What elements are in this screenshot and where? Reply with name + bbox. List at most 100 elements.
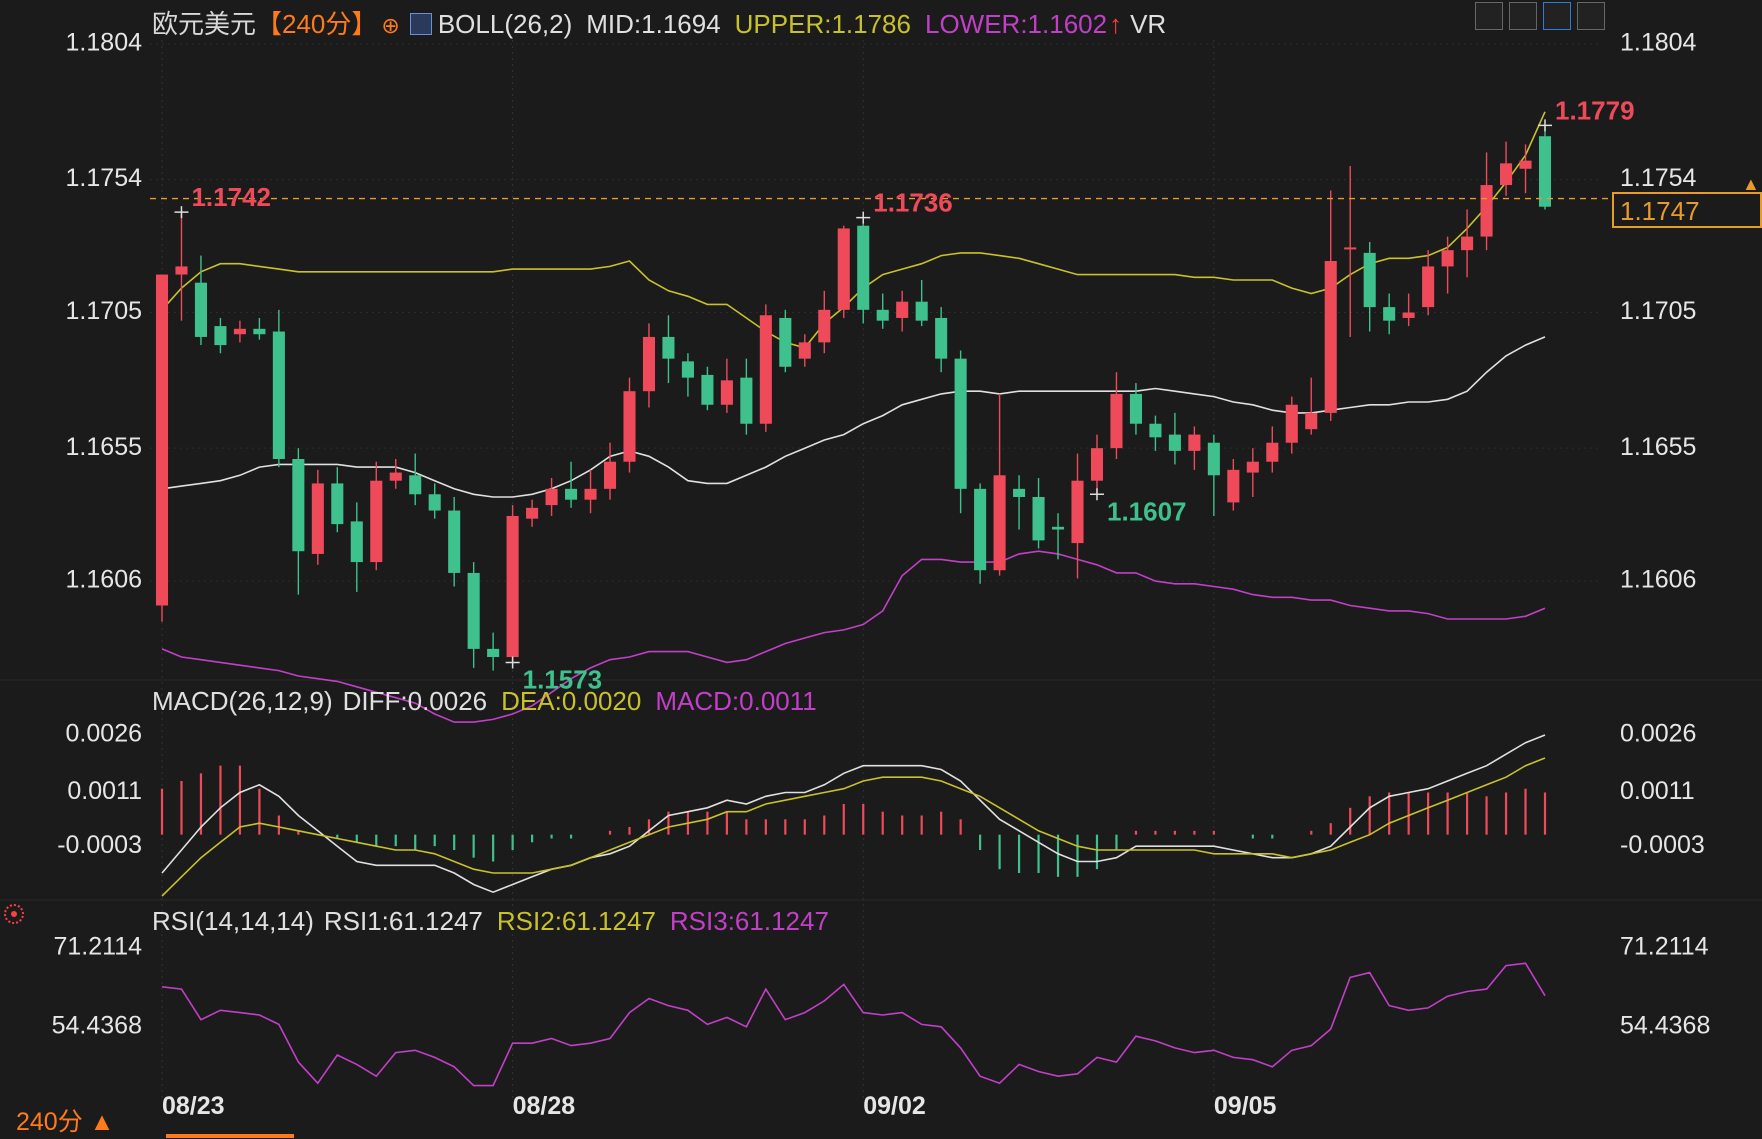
candle-body (857, 225, 870, 310)
macd-tick-label-left: 0.0026 (66, 720, 142, 748)
candle-body (720, 380, 733, 405)
candle-body (155, 274, 169, 606)
candle-body (467, 572, 480, 649)
candle-body (272, 331, 285, 460)
candle-body (584, 488, 597, 500)
period-label[interactable]: 【240分】 (256, 9, 377, 39)
candle-body (1480, 185, 1493, 237)
macd-diff-line (161, 734, 1546, 894)
candle-body (545, 488, 558, 506)
crosshair-icon[interactable]: ⊕ (381, 13, 399, 38)
candle-body (487, 648, 500, 658)
macd-tick-label-left: 0.0011 (67, 777, 142, 805)
candle-body (1051, 526, 1065, 530)
macd-tick-label-right: 0.0026 (1620, 720, 1696, 748)
candle-body (1110, 393, 1123, 449)
expand-icon[interactable] (1577, 2, 1605, 30)
candle-body (409, 475, 422, 495)
candle-body (681, 361, 694, 378)
x-tick-label: 08/23 (162, 1092, 225, 1120)
candle-body (506, 515, 519, 658)
low-marker (1089, 488, 1104, 501)
candle-body (1285, 404, 1298, 443)
macd-name: MACD(26,12,9) (152, 686, 333, 716)
macd-dea-line (161, 757, 1546, 897)
rsi-pane (161, 962, 1546, 1087)
x-tick-label: 09/02 (863, 1092, 926, 1120)
candle-body (623, 391, 636, 462)
candle-body (1090, 448, 1104, 481)
high-label: 1.1742 (191, 182, 271, 212)
macd-tick-label-left: -0.0003 (57, 831, 142, 859)
indicator-icon[interactable] (409, 13, 432, 35)
boll-name: BOLL(26,2) (437, 9, 573, 39)
period-footer[interactable]: 240分 ▲ (16, 1102, 114, 1138)
candle-body (1344, 247, 1357, 250)
candle-body (311, 483, 324, 554)
y-tick-label-left: 1.1705 (66, 297, 142, 325)
current-price-tag: 1.1747 (1612, 192, 1762, 228)
kline-chart[interactable]: 1.1742 1.17361.17791.15731.1607 1.1804 1.1… (0, 0, 1762, 1139)
candle-body (175, 266, 188, 275)
candle-body (428, 494, 441, 511)
candle-body (1227, 469, 1240, 503)
chart-mode-icon[interactable] (1543, 2, 1571, 30)
candle-body (1538, 136, 1552, 207)
candle-body (935, 317, 948, 359)
rsi-tick-label-left: 71.2114 (53, 933, 142, 961)
rsi-tick-label-right: 71.2114 (1620, 933, 1709, 961)
candle-body (331, 483, 344, 525)
candle-body (1168, 434, 1181, 451)
candle-icon[interactable] (1509, 2, 1537, 30)
rsi3-value: RSI3:61.1247 (669, 906, 829, 936)
candle-body (1461, 236, 1474, 251)
candle-body (292, 459, 305, 552)
boll-mid-line (161, 336, 1546, 498)
candle-body (1013, 488, 1026, 497)
candle-body (565, 488, 578, 500)
candle-body (1324, 260, 1337, 413)
y-tick-label-left: 1.1804 (66, 29, 143, 57)
instrument-name[interactable]: 欧元美元 (152, 9, 256, 39)
candle-body (1441, 250, 1454, 267)
high-marker (174, 206, 189, 219)
vr-label[interactable]: VR (1130, 9, 1166, 39)
macd-tick-label-right: -0.0003 (1620, 831, 1705, 859)
price-pane: 1.1742 1.17361.17791.15731.1607 (150, 95, 1635, 723)
candle-body (1071, 480, 1084, 544)
arrow-up-icon: ↑ (1109, 9, 1123, 39)
candle-body (915, 301, 928, 321)
candle-body (1188, 434, 1201, 451)
y-tick-label-right: 1.1606 (1620, 566, 1696, 594)
candle-body (974, 488, 987, 571)
candle-body (1383, 307, 1396, 321)
macd-dea: DEA:0.0020 (501, 686, 642, 716)
boll-lower: LOWER:1.1602 (924, 9, 1108, 39)
candle-body (740, 377, 753, 424)
candle-body (350, 521, 363, 563)
candle-body (701, 374, 714, 405)
candle-body (779, 317, 792, 367)
rsi-line (161, 962, 1546, 1087)
y-tick-label-left: 1.1655 (66, 433, 142, 461)
high-label: 1.1736 (873, 188, 953, 218)
candle-body (603, 461, 617, 489)
macd-pane (160, 734, 1547, 897)
candle-body (233, 328, 246, 335)
candle-body (1207, 442, 1220, 476)
y-tick-label-right: 1.1754 (1620, 164, 1697, 192)
candle-body (1149, 423, 1162, 438)
candle-body (993, 475, 1006, 571)
x-tick-label: 09/05 (1214, 1092, 1277, 1120)
target-icon[interactable] (4, 904, 24, 924)
candle-body (1129, 393, 1142, 424)
low-marker (505, 656, 520, 669)
rsi-tick-label-right: 54.4368 (1620, 1012, 1710, 1040)
candle-body (954, 358, 967, 489)
candle-body (1422, 266, 1435, 308)
layout-grid-icon[interactable] (1475, 2, 1503, 30)
macd-diff: DIFF:0.0026 (342, 686, 488, 716)
y-tick-label-left: 1.1606 (66, 566, 142, 594)
period-indicator-bar (166, 1134, 294, 1138)
y-tick-label-right: 1.1804 (1620, 29, 1697, 57)
